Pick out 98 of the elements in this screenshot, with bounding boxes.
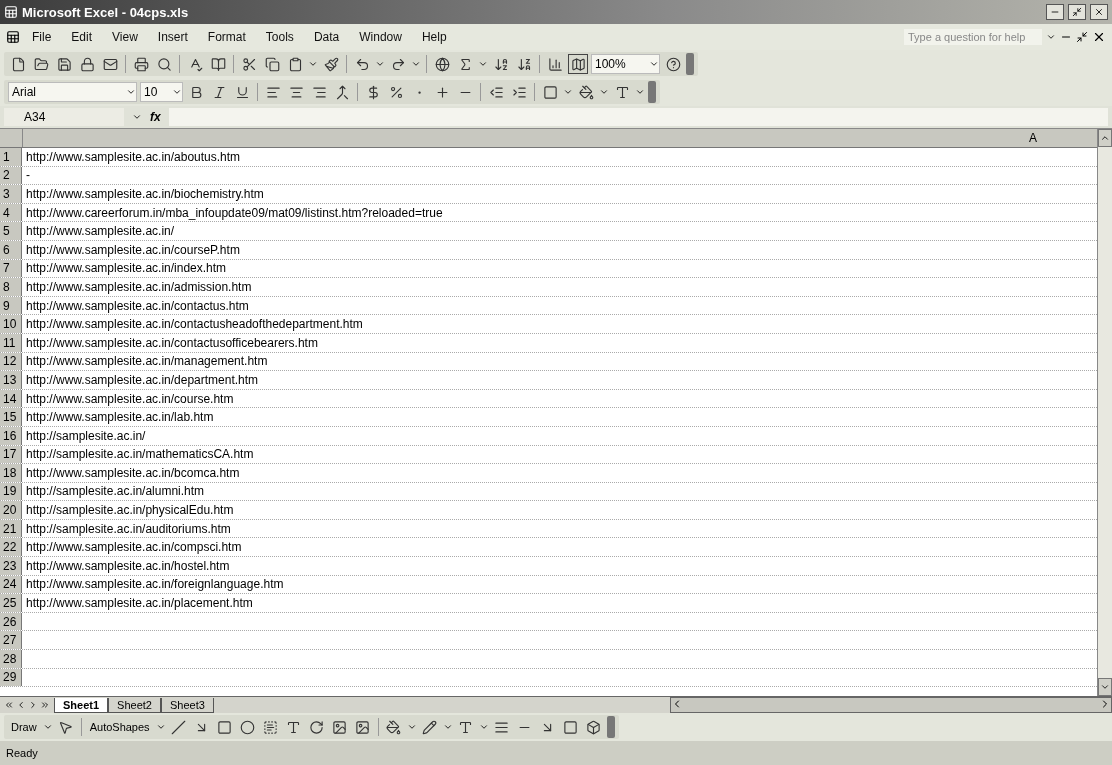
row-header[interactable]: 10 xyxy=(0,315,22,333)
workbook-icon[interactable] xyxy=(6,30,20,44)
caret-icon xyxy=(126,87,136,97)
toolbar-grip[interactable] xyxy=(686,53,694,75)
caret-icon xyxy=(649,59,659,69)
function-label[interactable]: fx xyxy=(150,110,161,124)
row-header[interactable]: 25 xyxy=(0,594,22,612)
first-sheet-icon[interactable] xyxy=(4,700,14,710)
table-cell: http://www.samplesite.ac.in/department.htm xyxy=(26,372,259,387)
table-cell: http://samplesite.ac.in/mathematicsCA.htm xyxy=(26,447,254,462)
scroll-down-icon[interactable] xyxy=(1100,682,1110,692)
toolbar-grip[interactable] xyxy=(606,716,615,738)
caret-icon[interactable] xyxy=(406,722,417,732)
caret-icon[interactable] xyxy=(478,722,489,732)
menu-item[interactable]: Edit xyxy=(63,28,101,46)
caret-icon[interactable] xyxy=(478,59,488,69)
caret-icon[interactable] xyxy=(308,59,318,69)
table-cell: http://samplesite.ac.in/ xyxy=(26,428,146,443)
sheet-tab[interactable]: Sheet1 xyxy=(54,697,109,713)
row-header[interactable]: 5 xyxy=(0,222,22,240)
font-size-dropdown[interactable]: 10 xyxy=(140,82,183,102)
menu-item[interactable]: File xyxy=(24,28,60,46)
caret-icon[interactable] xyxy=(42,722,53,732)
menu-item[interactable]: Help xyxy=(413,28,455,46)
caret-icon[interactable] xyxy=(155,722,166,732)
table-cell: http://samplesite.ac.in/alumni.htm xyxy=(26,484,205,499)
table-cell: http://samplesite.ac.in/physicalEdu.htm xyxy=(26,503,234,518)
last-sheet-icon[interactable] xyxy=(40,700,50,710)
row-header[interactable]: 28 xyxy=(0,650,22,668)
close-icon xyxy=(1094,7,1104,17)
window-title: Microsoft Excel - 04cps.xls xyxy=(22,4,190,20)
table-cell: - xyxy=(26,168,30,183)
table-cell: http://www.samplesite.ac.in/hostel.htm xyxy=(26,558,230,573)
row-header[interactable]: 3 xyxy=(0,185,22,203)
menu-item[interactable]: Tools xyxy=(257,28,302,46)
table-cell: http://www.samplesite.ac.in/contactusheadofthedepartment.htm xyxy=(26,317,363,332)
table-cell: http://www.samplesite.ac.in/course.htm xyxy=(26,391,234,406)
table-cell: http://www.samplesite.ac.in/foreignlanguage.htm xyxy=(26,577,284,592)
row-header[interactable]: 27 xyxy=(0,631,22,650)
restore-icon xyxy=(1072,7,1082,17)
caret-icon xyxy=(172,87,182,97)
row-header[interactable]: 23 xyxy=(0,557,22,575)
menu-item[interactable]: Format xyxy=(199,28,254,46)
table-cell: http://www.samplesite.ac.in/contactus.htm xyxy=(26,298,249,313)
autoshapes-menu-button[interactable]: AutoShapes xyxy=(86,721,153,733)
table-cell: http://www.samplesite.ac.in/ xyxy=(26,224,175,239)
horizontal-scrollbar[interactable] xyxy=(670,697,1112,713)
scroll-up-icon[interactable] xyxy=(1100,133,1110,143)
row-header[interactable]: 1 xyxy=(0,148,22,166)
table-cell: http://www.samplesite.ac.in/courseP.htm xyxy=(26,242,240,257)
row-header[interactable]: 8 xyxy=(0,278,22,296)
name-box[interactable]: A34 xyxy=(4,108,124,126)
draw-menu-button[interactable]: Draw xyxy=(8,721,40,733)
row-header[interactable]: 13 xyxy=(0,371,22,389)
row-header[interactable]: 15 xyxy=(0,408,22,426)
map-icon[interactable] xyxy=(568,54,588,74)
caret-icon[interactable] xyxy=(411,59,421,69)
close-button[interactable] xyxy=(1090,4,1108,20)
table-cell: http://www.samplesite.ac.in/contactusofficebearers.htm xyxy=(26,335,318,350)
vertical-scrollbar[interactable] xyxy=(1097,129,1112,696)
menu-item[interactable]: Window xyxy=(351,28,410,46)
caret-icon[interactable] xyxy=(132,112,142,122)
table-cell: http://www.samplesite.ac.in/compsci.htm xyxy=(26,540,242,555)
zoom-dropdown[interactable]: 100% xyxy=(591,54,660,74)
caret-icon[interactable] xyxy=(1046,32,1056,42)
table-cell: http://www.samplesite.ac.in/aboutus.htm xyxy=(26,149,241,164)
row-header[interactable]: 18 xyxy=(0,464,22,482)
row-header[interactable]: 22 xyxy=(0,538,22,557)
table-cell: http://www.samplesite.ac.in/placement.htm xyxy=(26,596,253,611)
table-cell: http://www.samplesite.ac.in/management.htm xyxy=(26,354,268,369)
previous-sheet-icon[interactable] xyxy=(16,700,26,710)
table-cell: http://samplesite.ac.in/auditoriums.htm xyxy=(26,521,231,536)
font-dropdown[interactable]: Arial xyxy=(8,82,137,102)
caret-icon[interactable] xyxy=(599,87,609,97)
close-icon[interactable] xyxy=(1092,30,1106,44)
minimize-button[interactable] xyxy=(1046,4,1064,20)
sheet-tab[interactable]: Sheet3 xyxy=(160,697,214,713)
toolbar-grip[interactable] xyxy=(648,81,656,103)
table-cell: http://www.samplesite.ac.in/index.htm xyxy=(26,261,227,276)
caret-icon[interactable] xyxy=(375,59,385,69)
table-cell: http://www.samplesite.ac.in/admission.htm xyxy=(26,279,252,294)
restore-icon[interactable] xyxy=(1076,31,1088,43)
restore-button[interactable] xyxy=(1068,4,1086,20)
menu-item[interactable]: View xyxy=(104,28,146,46)
sheet-tab[interactable]: Sheet2 xyxy=(108,697,161,713)
help-search-field[interactable]: Type a question for help xyxy=(904,29,1042,45)
caret-icon[interactable] xyxy=(442,722,453,732)
next-sheet-icon[interactable] xyxy=(28,700,38,710)
menu-item[interactable]: Data xyxy=(305,28,348,46)
row-header[interactable]: 20 xyxy=(0,501,22,519)
table-cell: http://www.careerforum.in/mba_infoupdate09/mat09/listinst.htm?reloaded=true xyxy=(26,205,443,220)
table-cell: http://www.samplesite.ac.in/bcomca.htm xyxy=(26,465,240,480)
caret-icon[interactable] xyxy=(635,87,645,97)
caret-icon[interactable] xyxy=(563,87,573,97)
table-cell: http://www.samplesite.ac.in/lab.htm xyxy=(26,410,214,425)
table-cell: http://www.samplesite.ac.in/biochemistry.htm xyxy=(26,187,264,201)
menu-item[interactable]: Insert xyxy=(149,28,196,46)
status-text: Ready xyxy=(6,747,38,759)
